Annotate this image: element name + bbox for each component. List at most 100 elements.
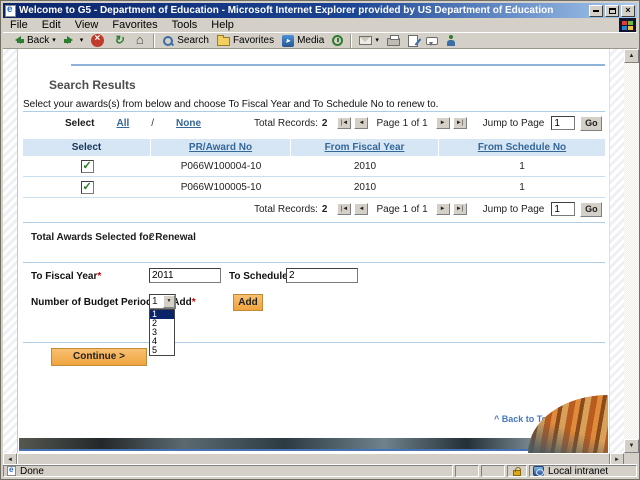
to-schedule-no-input[interactable] bbox=[286, 268, 358, 283]
next-page-icon: ► bbox=[439, 206, 446, 212]
first-page-button[interactable]: |◄ bbox=[337, 203, 352, 215]
first-page-icon: |◄ bbox=[340, 206, 349, 212]
home-button[interactable] bbox=[129, 33, 150, 49]
jump-to-page-input[interactable] bbox=[551, 202, 576, 216]
menu-help[interactable]: Help bbox=[204, 19, 241, 31]
status-pane bbox=[481, 465, 505, 477]
restore-button[interactable] bbox=[605, 4, 619, 17]
budget-periods-selected-value: 1 bbox=[152, 296, 158, 307]
close-button[interactable]: × bbox=[621, 4, 635, 17]
table-row: P066W100004-10 2010 1 bbox=[23, 156, 605, 177]
prev-page-button[interactable]: ◄ bbox=[354, 117, 369, 129]
from-schedule-no-cell: 1 bbox=[519, 160, 525, 172]
column-header-from-schedule-no[interactable]: From Schedule No bbox=[478, 142, 566, 153]
budget-periods-dropdown-list: 1 2 3 4 5 bbox=[149, 309, 175, 356]
total-awards-label: Total Awards Selected for Renewal bbox=[31, 232, 196, 243]
from-schedule-no-cell: 1 bbox=[519, 181, 525, 193]
favorites-button[interactable]: Favorites bbox=[213, 33, 278, 49]
row-checkbox[interactable] bbox=[80, 159, 94, 173]
forward-dropdown-icon[interactable]: ▾ bbox=[80, 37, 84, 44]
add-button[interactable]: Add bbox=[233, 294, 263, 311]
first-page-button[interactable]: |◄ bbox=[337, 117, 352, 129]
security-zone-pane: Local intranet bbox=[529, 465, 637, 477]
scroll-up-button[interactable]: ▲ bbox=[624, 49, 639, 63]
total-records-value: 2 bbox=[321, 117, 328, 129]
messenger-button[interactable] bbox=[442, 33, 460, 49]
menu-tools[interactable]: Tools bbox=[165, 19, 205, 31]
select-none-link[interactable]: None bbox=[176, 118, 201, 129]
menu-edit[interactable]: Edit bbox=[35, 19, 68, 31]
toolbar-separator bbox=[153, 33, 156, 48]
print-button[interactable] bbox=[383, 33, 404, 49]
mail-button[interactable]: ▾ bbox=[355, 33, 383, 49]
footer-gradient-bar bbox=[19, 438, 608, 451]
jump-to-page-input[interactable] bbox=[551, 116, 576, 130]
next-page-button[interactable]: ► bbox=[435, 203, 450, 215]
search-label: Search bbox=[177, 35, 209, 46]
edit-button[interactable] bbox=[404, 33, 422, 49]
row-checkbox[interactable] bbox=[80, 180, 94, 194]
messenger-icon bbox=[446, 34, 456, 47]
mail-icon bbox=[359, 36, 373, 45]
search-button[interactable]: Search bbox=[158, 33, 213, 49]
minimize-button[interactable] bbox=[589, 4, 603, 17]
print-icon bbox=[386, 35, 400, 46]
total-records-label: Total Records: bbox=[254, 117, 318, 129]
continue-button[interactable]: Continue > bbox=[51, 348, 147, 366]
prev-page-icon: ◄ bbox=[358, 206, 365, 212]
divider bbox=[23, 222, 605, 223]
browser-window: Welcome to G5 - Department of Education … bbox=[0, 0, 640, 480]
forward-icon bbox=[63, 36, 77, 45]
toolbar: Back ▾ ▾ Search Favorites Media ▾ bbox=[3, 32, 637, 49]
mail-dropdown-icon[interactable]: ▾ bbox=[375, 37, 379, 44]
stop-button[interactable] bbox=[87, 33, 108, 49]
window-title: Welcome to G5 - Department of Education … bbox=[19, 5, 554, 16]
select-all-link[interactable]: All bbox=[116, 118, 129, 129]
back-dropdown-icon[interactable]: ▾ bbox=[52, 37, 56, 44]
ie-document-icon bbox=[5, 4, 16, 17]
title-bar[interactable]: Welcome to G5 - Department of Education … bbox=[3, 3, 637, 18]
page-indicator: Page 1 of 1 bbox=[376, 117, 428, 129]
budget-periods-select[interactable]: 1 ▼ bbox=[149, 294, 176, 309]
toolbar-separator bbox=[350, 33, 353, 48]
scroll-left-icon: ◄ bbox=[7, 457, 13, 463]
discuss-button[interactable] bbox=[422, 33, 442, 49]
media-button[interactable]: Media bbox=[278, 33, 328, 49]
back-button[interactable]: Back ▾ bbox=[7, 33, 60, 49]
last-page-button[interactable]: ►| bbox=[452, 117, 467, 129]
header-divider bbox=[71, 64, 605, 66]
go-button[interactable]: Go bbox=[580, 201, 603, 217]
to-fiscal-year-input[interactable] bbox=[149, 268, 221, 283]
chevron-down-icon[interactable]: ▼ bbox=[163, 295, 175, 308]
status-message-pane: Done bbox=[3, 465, 453, 477]
history-icon bbox=[332, 35, 344, 46]
menu-favorites[interactable]: Favorites bbox=[105, 19, 164, 31]
select-divider: / bbox=[151, 117, 155, 129]
last-page-button[interactable]: ►| bbox=[452, 203, 467, 215]
forward-button[interactable]: ▾ bbox=[60, 33, 88, 49]
refresh-button[interactable] bbox=[108, 33, 129, 49]
vertical-scrollbar[interactable]: ▲ ▼ bbox=[624, 49, 639, 453]
first-page-icon: |◄ bbox=[340, 120, 349, 126]
menu-file[interactable]: File bbox=[3, 19, 35, 31]
decorative-classroom-photo bbox=[528, 395, 608, 453]
last-page-icon: ►| bbox=[455, 120, 464, 126]
menu-view[interactable]: View bbox=[68, 19, 106, 31]
prev-page-button[interactable]: ◄ bbox=[354, 203, 369, 215]
refresh-icon bbox=[112, 34, 125, 47]
media-label: Media bbox=[297, 35, 325, 46]
page-indicator: Page 1 of 1 bbox=[376, 203, 428, 215]
history-button[interactable] bbox=[328, 33, 347, 49]
dropdown-option[interactable]: 5 bbox=[150, 346, 174, 355]
next-page-icon: ► bbox=[439, 120, 446, 126]
column-header-award-no[interactable]: PR/Award No bbox=[189, 142, 252, 153]
column-header-from-fiscal-year[interactable]: From Fiscal Year bbox=[325, 142, 405, 153]
instruction-text: Select your awards(s) from below and cho… bbox=[23, 99, 439, 110]
last-page-icon: ►| bbox=[455, 206, 464, 212]
go-button[interactable]: Go bbox=[580, 115, 603, 131]
home-icon bbox=[133, 34, 146, 47]
favorites-folder-icon bbox=[216, 35, 230, 46]
scroll-down-button[interactable]: ▼ bbox=[624, 439, 639, 453]
awards-table: Select PR/Award No From Fiscal Year From… bbox=[23, 139, 605, 198]
next-page-button[interactable]: ► bbox=[435, 117, 450, 129]
